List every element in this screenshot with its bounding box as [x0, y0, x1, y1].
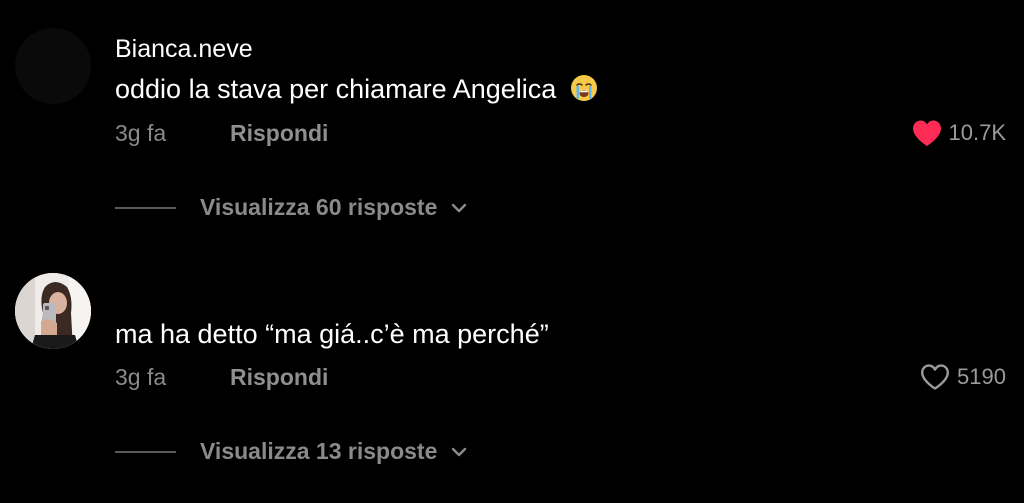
heart-outline-icon [921, 364, 950, 390]
comment-item: Bianca.neve oddio la stava per chiamare … [0, 0, 1024, 245]
like-count: 5190 [957, 364, 1006, 389]
replies-divider [115, 450, 176, 453]
comment-time: 3g fa [115, 364, 167, 390]
loudly-crying-face-icon [570, 74, 598, 102]
view-replies-button[interactable]: Visualizza 13 risposte [115, 438, 467, 465]
view-replies-label: Visualizza 13 risposte [200, 438, 438, 464]
comment-text: oddio la stava per chiamare Angelica [115, 74, 557, 104]
comment-meta: 3g fa Rispondi [115, 364, 328, 391]
comment-text-row: oddio la stava per chiamare Angelica [115, 74, 598, 105]
comment-meta: 3g fa Rispondi [115, 120, 328, 147]
like-button[interactable]: 10.7K [911, 119, 1007, 147]
comment-text: ma ha detto “ma giá..c’è ma perché” [115, 319, 549, 349]
avatar[interactable] [15, 28, 91, 104]
like-button[interactable]: 5190 [919, 363, 1006, 391]
chevron-down-icon [452, 203, 467, 212]
reply-button[interactable]: Rispondi [230, 364, 328, 390]
view-replies-button[interactable]: Visualizza 60 risposte [115, 194, 467, 221]
avatar[interactable] [15, 273, 91, 349]
view-replies-label: Visualizza 60 risposte [200, 194, 438, 220]
reply-button[interactable]: Rispondi [230, 120, 328, 146]
comment-item: ma ha detto “ma giá..c’è ma perché” 3g f… [0, 245, 1024, 503]
replies-divider [115, 206, 176, 209]
chevron-down-icon [452, 447, 467, 456]
comment-time: 3g fa [115, 120, 167, 146]
like-count: 10.7K [948, 120, 1007, 145]
heart-filled-icon [912, 120, 941, 146]
comment-username[interactable]: Bianca.neve [115, 35, 253, 64]
